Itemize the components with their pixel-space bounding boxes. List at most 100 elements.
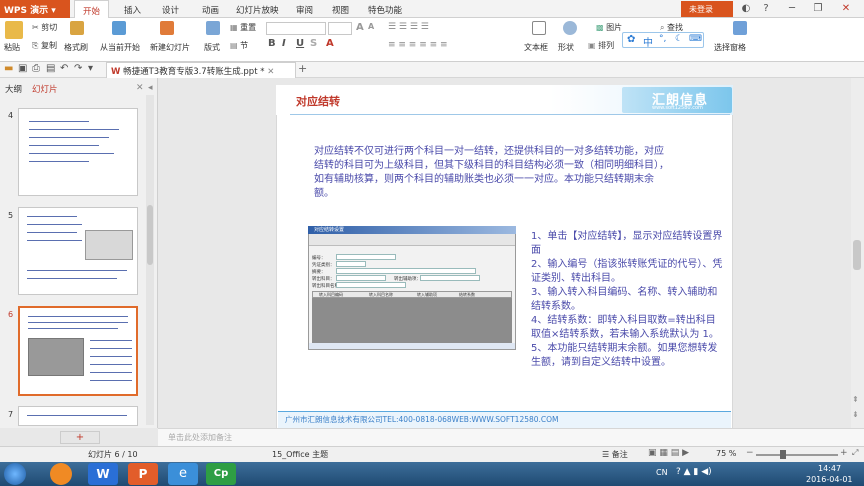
new-slide-label[interactable]: 新建幻灯片 <box>150 42 190 53</box>
redo-icon[interactable]: ↷ <box>74 63 82 74</box>
textbox-label[interactable]: 文本框 <box>524 42 548 53</box>
slide-thumbnail-7[interactable] <box>18 406 138 426</box>
preview-icon[interactable]: ▤ <box>46 63 55 74</box>
save-icon[interactable]: ▣ <box>18 63 27 74</box>
outline-tab[interactable]: 大纲 <box>5 83 22 95</box>
browser-icon[interactable]: e <box>168 463 198 485</box>
play-from-current-icon[interactable] <box>112 21 126 38</box>
tab-slideshow[interactable]: 幻灯片放映 <box>228 0 287 18</box>
arrange-button[interactable]: ▣ 排列 <box>588 40 614 51</box>
slide-paragraph[interactable]: 对应结转不仅可进行两个科目一对一结转，还提供科目的一对多结转功能，对应结转的科目… <box>314 145 672 201</box>
skin-icon[interactable]: ◐ <box>736 0 756 18</box>
paste-icon[interactable] <box>5 21 23 42</box>
bold-icon[interactable]: B <box>268 38 276 49</box>
paste-label[interactable]: 粘贴 <box>4 42 20 53</box>
tab-animation[interactable]: 动画 <box>194 0 227 18</box>
font-color-icon[interactable]: A <box>326 38 334 49</box>
layout-icon[interactable] <box>206 21 220 38</box>
format-painter-label[interactable]: 格式刷 <box>64 42 88 53</box>
clock-date[interactable]: 2016-04-01 <box>806 475 853 484</box>
restore-icon[interactable]: ❐ <box>808 0 828 18</box>
slides-pane-scroll-thumb[interactable] <box>147 205 153 265</box>
close-tab-icon[interactable]: ✕ <box>267 67 274 77</box>
canvas-scroll-thumb[interactable] <box>853 240 861 270</box>
wps-app-button[interactable]: WPS 演示 ▾ <box>0 0 70 18</box>
ime-toolbar[interactable]: ✿ 中 °, ☾ ⌨ <box>622 32 704 49</box>
list-icons[interactable]: ☰ ☰ ☰ ☰ <box>388 22 429 32</box>
section-button[interactable]: ▤ 节 <box>230 40 248 51</box>
new-slide-icon[interactable] <box>160 21 174 38</box>
font-name-combo[interactable] <box>266 22 326 35</box>
keyboard-icon[interactable]: ⌨ <box>689 34 702 44</box>
document-tab[interactable]: W 畅捷通T3教育专版3.7转账生成.ppt * ✕ <box>106 62 296 78</box>
underline-icon[interactable]: U <box>296 38 304 49</box>
quickbar-dropdown-icon[interactable]: ▾ <box>88 63 93 74</box>
login-button[interactable]: 未登录 <box>681 1 733 17</box>
font-size-combo[interactable] <box>328 22 352 35</box>
ime-settings-icon[interactable]: ✿ <box>627 34 635 45</box>
pane-close-icon[interactable]: ✕ <box>136 83 144 93</box>
notes-placeholder[interactable]: 单击此处添加备注 <box>168 432 232 443</box>
align-icons[interactable]: ≡ ≡ ≡ ≡ ≡ ≡ <box>388 40 448 50</box>
select-pane-label[interactable]: 选择窗格 <box>714 42 746 53</box>
moon-icon[interactable]: ☾ <box>675 34 683 44</box>
zoom-in-icon[interactable]: + <box>840 448 848 458</box>
copy-button[interactable]: ⎘ 复制 <box>32 40 57 51</box>
input-language[interactable]: CN <box>656 468 668 477</box>
punctuation-icon[interactable]: °, <box>659 34 666 44</box>
wps-writer-icon[interactable]: W <box>88 463 118 485</box>
notes-toggle-button[interactable]: ☰ 备注 <box>602 449 628 460</box>
tab-features[interactable]: 特色功能 <box>360 0 410 18</box>
zoom-slider-thumb[interactable] <box>780 450 786 459</box>
shrink-font-icon[interactable]: A <box>368 22 374 31</box>
slides-tab[interactable]: 幻灯片 <box>32 83 58 95</box>
tab-review[interactable]: 审阅 <box>288 0 321 18</box>
camtasia-icon[interactable]: Cp <box>206 463 236 485</box>
picture-button[interactable]: ▩ 图片 <box>596 22 622 33</box>
slide-number-6: 6 <box>8 310 14 319</box>
slide-thumbnail-6-selected[interactable] <box>18 306 138 396</box>
grow-font-icon[interactable]: A <box>356 22 364 33</box>
textbox-icon[interactable] <box>532 21 546 38</box>
slide-thumbnail-4[interactable] <box>18 108 138 196</box>
next-slide-icon[interactable]: ⇟ <box>852 410 859 419</box>
prev-slide-icon[interactable]: ⇞ <box>852 395 859 404</box>
slide-title[interactable]: 对应结转 <box>296 93 340 109</box>
zoom-slider[interactable] <box>756 454 838 456</box>
open-folder-icon[interactable]: ▬ <box>4 63 13 74</box>
slide-thumbnail-5[interactable] <box>18 207 138 295</box>
start-button[interactable] <box>4 463 26 485</box>
close-icon[interactable]: ✕ <box>836 0 856 18</box>
tab-start[interactable]: 开始 <box>74 0 110 18</box>
help-icon[interactable]: ? <box>756 0 776 18</box>
cut-button[interactable]: ✂ 剪切 <box>32 22 57 33</box>
reset-button[interactable]: ▦ 重置 <box>230 22 256 33</box>
view-buttons[interactable]: ▣ ▦ ▤ ▶ <box>648 448 689 458</box>
taskbar-app-icon[interactable] <box>50 463 72 485</box>
zoom-out-icon[interactable]: − <box>746 448 754 458</box>
steps-list[interactable]: 1、单击【对应结转】，显示对应结转设置界面 2、输入编号（指该张转账凭证的代号）… <box>531 230 725 370</box>
select-pane-icon[interactable] <box>733 21 747 38</box>
ime-mode[interactable]: 中 <box>643 34 653 49</box>
format-painter-icon[interactable] <box>70 21 84 38</box>
add-slide-button[interactable]: + <box>60 431 100 444</box>
tab-design[interactable]: 设计 <box>154 0 187 18</box>
wps-presentation-icon[interactable]: P <box>128 463 158 485</box>
pane-collapse-icon[interactable]: ◂ <box>148 83 153 93</box>
fit-window-icon[interactable]: ⤢ <box>852 448 858 458</box>
italic-icon[interactable]: I <box>282 38 286 49</box>
shapes-icon[interactable] <box>563 21 577 38</box>
strikethrough-icon[interactable]: S <box>310 38 317 49</box>
clock-time[interactable]: 14:47 <box>818 464 841 473</box>
tray-icons[interactable]: ? ▲ ▮ ◀) <box>676 467 712 477</box>
minimize-icon[interactable]: ─ <box>782 0 802 18</box>
print-icon[interactable]: ⎙ <box>32 63 40 74</box>
layout-label[interactable]: 版式 <box>204 42 220 53</box>
tab-insert[interactable]: 插入 <box>116 0 149 18</box>
notes-pane[interactable] <box>158 428 864 446</box>
new-tab-icon[interactable]: + <box>298 62 307 75</box>
from-current-label[interactable]: 从当前开始 <box>100 42 140 53</box>
undo-icon[interactable]: ↶ <box>60 63 68 74</box>
tab-view[interactable]: 视图 <box>324 0 357 18</box>
shapes-label[interactable]: 形状 <box>558 42 574 53</box>
